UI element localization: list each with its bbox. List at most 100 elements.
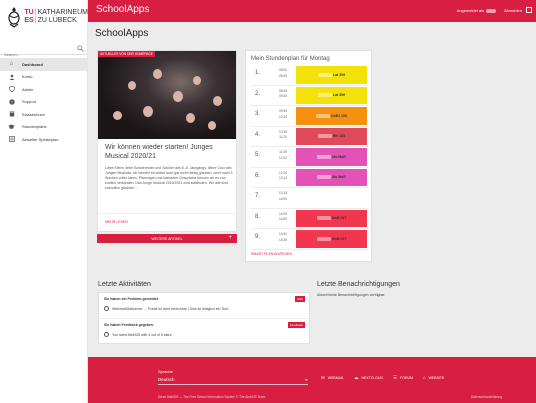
- divider: [98, 213, 236, 214]
- activity-tag[interactable]: Feedback: [287, 322, 305, 328]
- footer-link-website[interactable]: ⌂ WEBSITE: [423, 375, 444, 381]
- logo-prefix-1: TU: [24, 9, 34, 16]
- timetable-row: 2. 08:45 09:30 Lat 209: [251, 86, 368, 106]
- lesson-cell[interactable]: SwB 207: [296, 209, 367, 227]
- lesson-label: Rel 103: [332, 134, 346, 139]
- smart-plan-link[interactable]: SMART PLAN ANZEIGEN: [251, 252, 292, 256]
- logout-icon[interactable]: [526, 7, 532, 13]
- sidebar-item-konto[interactable]: Konto: [0, 71, 88, 84]
- period-number: 3.: [255, 111, 261, 117]
- period-number: 9.: [255, 234, 261, 240]
- sidebar-item-label: Support: [22, 99, 37, 105]
- sidebar-item-label: Admin: [22, 86, 34, 92]
- footer-link-webmail[interactable]: ✉ WEBMAIL: [321, 375, 344, 381]
- logout-link[interactable]: Abmelden: [504, 8, 522, 13]
- notifications-title: Letzte Benachrichtigungen: [317, 281, 400, 288]
- more-articles-button[interactable]: WEITERE ARTIKEL +: [97, 234, 237, 243]
- teacher-redacted: [317, 175, 332, 180]
- lesson-cell[interactable]: Mu MuR: [296, 148, 367, 166]
- lesson-cell[interactable]: SwB 207: [296, 230, 367, 248]
- footer-link-label: WEBMAIL: [327, 376, 344, 380]
- sidebar-nav: ⌂ Dashboard Konto Admin ? Support Klasse…: [0, 58, 88, 146]
- news-card: AKTUELLES VON DER HOMEPAGE Wir können wi…: [97, 50, 237, 232]
- help-icon: ?: [8, 98, 15, 105]
- lesson-label: Lat 209: [332, 72, 346, 77]
- teacher-redacted: [317, 134, 332, 139]
- language-value: Deutsch: [158, 377, 175, 382]
- teacher-redacted: [317, 154, 332, 159]
- footer: Sprache Deutsch ▼ ✉ WEBMAIL ☁ NEXTCLOUD ☰ F…: [88, 357, 536, 403]
- sidebar-item-stundenplaene[interactable]: Stundenpläne: [0, 121, 88, 134]
- search-icon[interactable]: [77, 45, 84, 52]
- teacher-redacted: [316, 113, 331, 118]
- mail-icon: ✉: [321, 375, 325, 380]
- sidebar-item-speiseplan[interactable]: Aktueller Speiseplan: [0, 133, 88, 146]
- graduation-icon: [8, 123, 15, 130]
- timetable-row: 7. 13:15 14:00: [251, 188, 368, 209]
- username-badge[interactable]: [486, 8, 496, 13]
- footer-link-nextcloud[interactable]: ☁ NEXTCLOUD: [354, 375, 383, 381]
- period-number: 1.: [255, 70, 261, 76]
- language-select[interactable]: Deutsch ▼: [158, 377, 308, 385]
- school-name: TU | KATHARINEUM ES | ZU LÜBECK: [24, 9, 88, 24]
- footer-link-label: FORUM: [400, 376, 413, 380]
- logged-in-label: Angemeldet als: [456, 8, 485, 13]
- activity-tag[interactable]: Hilfe: [294, 296, 305, 302]
- top-bar: SchoolApps Angemeldet als Abmelden: [88, 0, 536, 22]
- timetable-row: 4. 10:35 11:20 Rel 103: [251, 127, 368, 147]
- home-icon: ⌂: [9, 61, 14, 68]
- chevron-down-icon: ▼: [304, 378, 308, 382]
- timetable-row: 5. 11:35 12:20 Mu MuR: [251, 147, 368, 168]
- period-end: 09:30: [279, 94, 287, 98]
- book-icon: [8, 111, 15, 118]
- cloud-icon: ☁: [353, 375, 359, 380]
- timetable-rows: 1. 08:00 08:45 Lat 209 2. 08:45 09:30 Lat 209 3.…: [251, 65, 368, 250]
- read-more-link[interactable]: MEHR LESEN: [105, 220, 128, 224]
- lesson-cell[interactable]: Lat 209: [296, 66, 367, 84]
- period-time: 09:45 10:30: [277, 109, 289, 120]
- period-end: 10:30: [279, 114, 287, 119]
- teacher-redacted: [316, 236, 331, 241]
- period-number: 5.: [255, 152, 261, 158]
- news-badge: AKTUELLES VON DER HOMEPAGE: [98, 51, 155, 57]
- period-number: 2.: [255, 90, 261, 97]
- sidebar-item-label: Dashboard: [22, 61, 43, 67]
- sidebar-item-label: Konto: [22, 74, 33, 80]
- sidebar-item-dashboard[interactable]: ⌂ Dashboard: [0, 58, 88, 71]
- lesson-label: Lat 209: [332, 93, 346, 98]
- privacy-link[interactable]: Datenschutzerklärung: [471, 395, 502, 399]
- activities-list: Sie haben ein Problem gemeldet. Hilfe We…: [98, 292, 310, 344]
- teacher-redacted: [317, 72, 332, 77]
- clock-icon: [104, 306, 109, 311]
- period-time: 08:00 08:45: [277, 68, 289, 79]
- news-image: [98, 51, 236, 139]
- period-end: 12:20: [279, 155, 287, 160]
- lesson-label: GeE2 105: [331, 113, 347, 118]
- sidebar-item-admin[interactable]: Admin: [0, 83, 88, 96]
- lesson-cell[interactable]: Rel 103: [296, 127, 367, 145]
- period-end: 13:10: [279, 176, 287, 180]
- lesson-label: SwB 207: [331, 236, 347, 241]
- period-end: 15:35: [279, 237, 287, 242]
- lesson-label: SwB 207: [331, 216, 347, 221]
- news-title[interactable]: Wir können wieder starten! Junges Musica…: [105, 143, 233, 161]
- app-title[interactable]: SchoolApps: [96, 4, 149, 15]
- school-logo[interactable]: TU | KATHARINEUM ES | ZU LÜBECK: [0, 0, 88, 34]
- sidebar-item-klassenbuch[interactable]: Klassenbuch: [0, 108, 88, 121]
- timetable-row: 6. 12:25 13:10 Mu MuR: [251, 168, 368, 188]
- sidebar: TU|KATHARINEUM ES|ZU LÜBECK ⌂ Dashboard …: [0, 0, 88, 403]
- logo-name-1: KATHARINEUM: [37, 9, 88, 16]
- activities-title: Letzte Aktivitäten: [98, 281, 151, 288]
- footer-link-forum[interactable]: ☰ FORUM: [393, 375, 413, 381]
- lesson-cell[interactable]: GeE2 105: [296, 107, 367, 125]
- sidebar-item-label: Aktueller Speiseplan: [22, 136, 59, 142]
- logo-name-2: ZU LÜBECK: [37, 17, 77, 24]
- lesson-cell[interactable]: Mu MuR: [296, 168, 367, 186]
- lesson-cell[interactable]: Lat 209: [296, 86, 367, 104]
- sidebar-item-support[interactable]: ? Support: [0, 96, 88, 109]
- period-time: 10:35 11:20: [277, 130, 289, 141]
- activity-item: Sie haben Feedback gegeben. Feedback You…: [99, 319, 309, 344]
- forum-icon: ☰: [393, 375, 398, 380]
- period-end: 11:20: [279, 135, 287, 139]
- clock-icon: [104, 332, 109, 337]
